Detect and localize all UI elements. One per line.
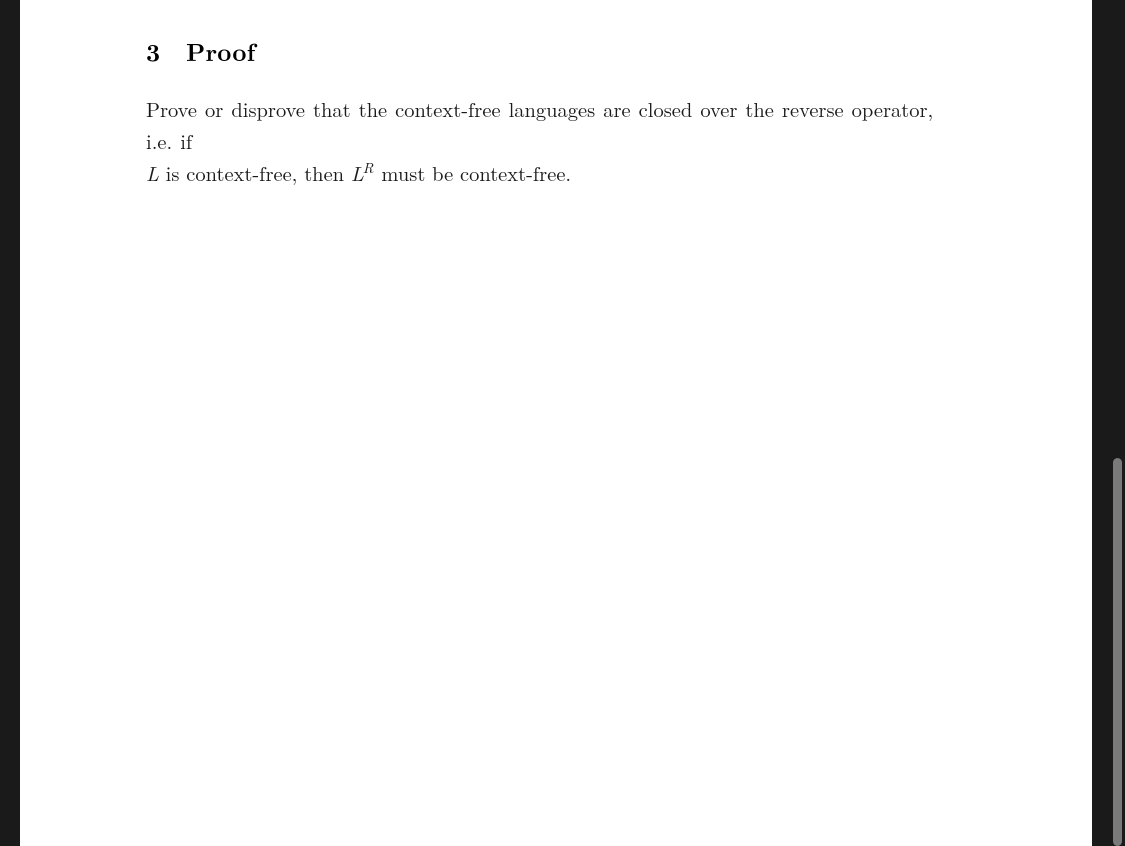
math-superscript-R: R bbox=[363, 157, 374, 178]
problem-statement: Prove or disprove that the context-free … bbox=[146, 93, 964, 188]
math-variable-L-base: L bbox=[351, 158, 364, 187]
section-header: 3 Proof bbox=[146, 34, 964, 69]
section-number: 3 bbox=[146, 34, 166, 69]
statement-line-2: L is context-free, then LR must be conte… bbox=[146, 157, 964, 189]
math-variable-L: L bbox=[146, 158, 159, 187]
section-title: Proof bbox=[186, 34, 255, 69]
statement-line-1: Prove or disprove that the context-free … bbox=[146, 93, 964, 157]
scrollbar-thumb[interactable] bbox=[1113, 458, 1122, 846]
document-content: 3 Proof Prove or disprove that the conte… bbox=[20, 0, 1092, 188]
document-page: 3 Proof Prove or disprove that the conte… bbox=[20, 0, 1092, 846]
scrollbar-track[interactable] bbox=[1113, 0, 1122, 846]
statement-text-suffix: must be context-free. bbox=[375, 158, 572, 187]
statement-text-mid: is context-free, then bbox=[159, 158, 351, 187]
